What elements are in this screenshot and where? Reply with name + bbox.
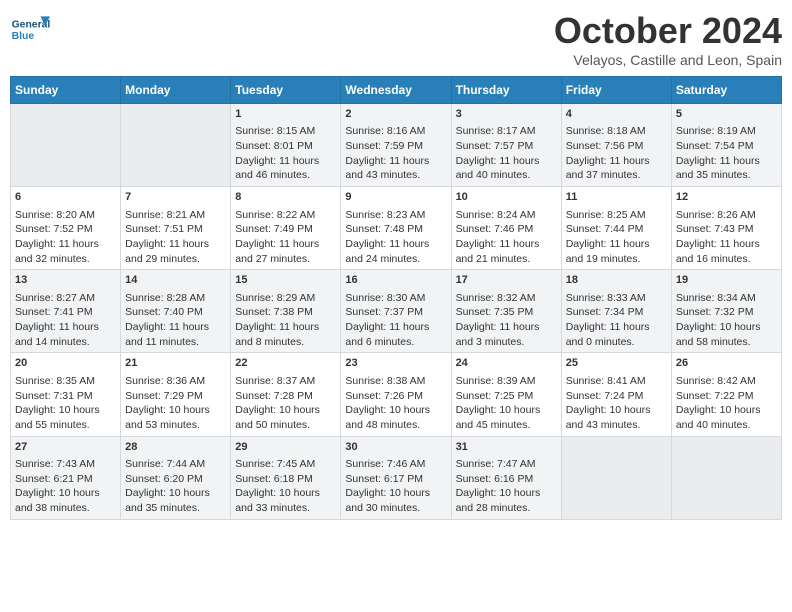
location-title: Velayos, Castille and Leon, Spain	[554, 52, 782, 68]
calendar-cell: 13Sunrise: 8:27 AMSunset: 7:41 PMDayligh…	[11, 270, 121, 353]
calendar-cell: 20Sunrise: 8:35 AMSunset: 7:31 PMDayligh…	[11, 353, 121, 436]
day-number: 22	[235, 356, 336, 371]
calendar-week-row: 27Sunrise: 7:43 AMSunset: 6:21 PMDayligh…	[11, 436, 782, 519]
day-number: 7	[125, 190, 226, 205]
calendar-cell: 18Sunrise: 8:33 AMSunset: 7:34 PMDayligh…	[561, 270, 671, 353]
day-number: 9	[345, 190, 446, 205]
day-number: 1	[235, 107, 336, 122]
day-number: 19	[676, 273, 777, 288]
calendar-cell	[671, 436, 781, 519]
day-number: 6	[15, 190, 116, 205]
day-number: 27	[15, 440, 116, 455]
day-number: 17	[456, 273, 557, 288]
day-number: 10	[456, 190, 557, 205]
calendar-cell: 28Sunrise: 7:44 AMSunset: 6:20 PMDayligh…	[121, 436, 231, 519]
calendar-cell	[11, 104, 121, 187]
calendar-cell: 19Sunrise: 8:34 AMSunset: 7:32 PMDayligh…	[671, 270, 781, 353]
calendar-cell: 8Sunrise: 8:22 AMSunset: 7:49 PMDaylight…	[231, 187, 341, 270]
day-number: 16	[345, 273, 446, 288]
day-number: 4	[566, 107, 667, 122]
calendar-cell: 22Sunrise: 8:37 AMSunset: 7:28 PMDayligh…	[231, 353, 341, 436]
calendar-cell: 16Sunrise: 8:30 AMSunset: 7:37 PMDayligh…	[341, 270, 451, 353]
page-header: General Blue October 2024 Velayos, Casti…	[10, 10, 782, 68]
calendar-table: SundayMondayTuesdayWednesdayThursdayFrid…	[10, 76, 782, 520]
day-of-week-header: Tuesday	[231, 77, 341, 104]
day-number: 2	[345, 107, 446, 122]
calendar-cell: 11Sunrise: 8:25 AMSunset: 7:44 PMDayligh…	[561, 187, 671, 270]
logo: General Blue	[10, 10, 54, 50]
day-number: 29	[235, 440, 336, 455]
day-number: 11	[566, 190, 667, 205]
day-number: 23	[345, 356, 446, 371]
day-number: 5	[676, 107, 777, 122]
day-number: 25	[566, 356, 667, 371]
month-title: October 2024	[554, 10, 782, 52]
day-number: 28	[125, 440, 226, 455]
calendar-week-row: 13Sunrise: 8:27 AMSunset: 7:41 PMDayligh…	[11, 270, 782, 353]
calendar-cell: 26Sunrise: 8:42 AMSunset: 7:22 PMDayligh…	[671, 353, 781, 436]
day-of-week-header: Saturday	[671, 77, 781, 104]
calendar-cell: 17Sunrise: 8:32 AMSunset: 7:35 PMDayligh…	[451, 270, 561, 353]
calendar-cell: 27Sunrise: 7:43 AMSunset: 6:21 PMDayligh…	[11, 436, 121, 519]
calendar-cell: 1Sunrise: 8:15 AMSunset: 8:01 PMDaylight…	[231, 104, 341, 187]
calendar-cell	[121, 104, 231, 187]
day-number: 20	[15, 356, 116, 371]
calendar-cell: 14Sunrise: 8:28 AMSunset: 7:40 PMDayligh…	[121, 270, 231, 353]
day-number: 8	[235, 190, 336, 205]
calendar-header-row: SundayMondayTuesdayWednesdayThursdayFrid…	[11, 77, 782, 104]
calendar-cell: 12Sunrise: 8:26 AMSunset: 7:43 PMDayligh…	[671, 187, 781, 270]
calendar-cell: 5Sunrise: 8:19 AMSunset: 7:54 PMDaylight…	[671, 104, 781, 187]
calendar-cell: 29Sunrise: 7:45 AMSunset: 6:18 PMDayligh…	[231, 436, 341, 519]
day-number: 14	[125, 273, 226, 288]
day-number: 13	[15, 273, 116, 288]
calendar-cell: 31Sunrise: 7:47 AMSunset: 6:16 PMDayligh…	[451, 436, 561, 519]
calendar-cell	[561, 436, 671, 519]
calendar-cell: 23Sunrise: 8:38 AMSunset: 7:26 PMDayligh…	[341, 353, 451, 436]
calendar-cell: 7Sunrise: 8:21 AMSunset: 7:51 PMDaylight…	[121, 187, 231, 270]
calendar-cell: 9Sunrise: 8:23 AMSunset: 7:48 PMDaylight…	[341, 187, 451, 270]
calendar-cell: 10Sunrise: 8:24 AMSunset: 7:46 PMDayligh…	[451, 187, 561, 270]
calendar-cell: 15Sunrise: 8:29 AMSunset: 7:38 PMDayligh…	[231, 270, 341, 353]
calendar-week-row: 6Sunrise: 8:20 AMSunset: 7:52 PMDaylight…	[11, 187, 782, 270]
calendar-cell: 21Sunrise: 8:36 AMSunset: 7:29 PMDayligh…	[121, 353, 231, 436]
calendar-cell: 2Sunrise: 8:16 AMSunset: 7:59 PMDaylight…	[341, 104, 451, 187]
calendar-cell: 4Sunrise: 8:18 AMSunset: 7:56 PMDaylight…	[561, 104, 671, 187]
title-block: October 2024 Velayos, Castille and Leon,…	[554, 10, 782, 68]
day-number: 31	[456, 440, 557, 455]
day-number: 21	[125, 356, 226, 371]
day-of-week-header: Friday	[561, 77, 671, 104]
day-of-week-header: Monday	[121, 77, 231, 104]
day-number: 3	[456, 107, 557, 122]
calendar-cell: 30Sunrise: 7:46 AMSunset: 6:17 PMDayligh…	[341, 436, 451, 519]
day-of-week-header: Wednesday	[341, 77, 451, 104]
day-number: 26	[676, 356, 777, 371]
day-number: 24	[456, 356, 557, 371]
calendar-week-row: 20Sunrise: 8:35 AMSunset: 7:31 PMDayligh…	[11, 353, 782, 436]
calendar-cell: 3Sunrise: 8:17 AMSunset: 7:57 PMDaylight…	[451, 104, 561, 187]
day-number: 12	[676, 190, 777, 205]
calendar-cell: 24Sunrise: 8:39 AMSunset: 7:25 PMDayligh…	[451, 353, 561, 436]
day-of-week-header: Sunday	[11, 77, 121, 104]
day-number: 15	[235, 273, 336, 288]
calendar-cell: 25Sunrise: 8:41 AMSunset: 7:24 PMDayligh…	[561, 353, 671, 436]
day-number: 18	[566, 273, 667, 288]
day-number: 30	[345, 440, 446, 455]
svg-text:Blue: Blue	[12, 31, 35, 42]
day-of-week-header: Thursday	[451, 77, 561, 104]
calendar-week-row: 1Sunrise: 8:15 AMSunset: 8:01 PMDaylight…	[11, 104, 782, 187]
calendar-cell: 6Sunrise: 8:20 AMSunset: 7:52 PMDaylight…	[11, 187, 121, 270]
